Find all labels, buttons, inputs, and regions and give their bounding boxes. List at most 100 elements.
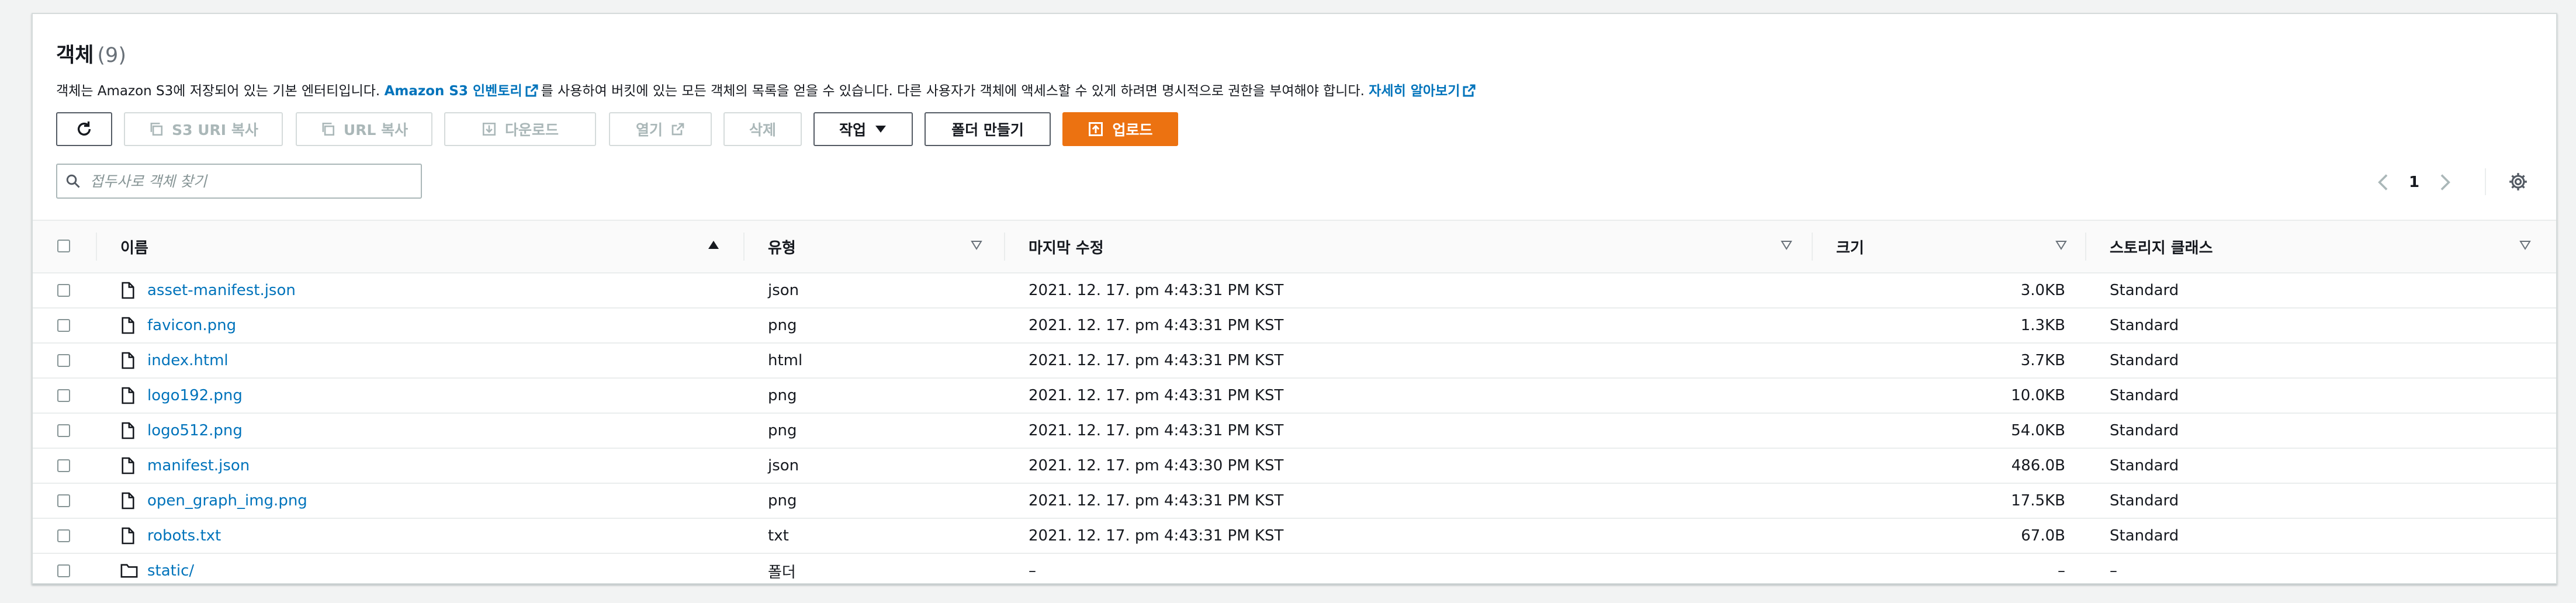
column-header-type[interactable]: 유형	[768, 221, 796, 272]
table-row[interactable]: index.html html 2021. 12. 17. pm 4:43:31…	[33, 344, 2556, 379]
object-name-link[interactable]: logo192.png	[147, 379, 243, 413]
column-header-storage[interactable]: 스토리지 클래스	[2110, 221, 2213, 272]
object-name-link[interactable]: manifest.json	[147, 449, 250, 483]
object-name-link[interactable]: logo512.png	[147, 414, 243, 448]
object-type: png	[768, 317, 797, 334]
objects-table: 이름 유형 마지막 수정 크기 스토리지 클래스 asset-manifest.…	[33, 220, 2556, 588]
file-icon	[122, 527, 134, 545]
row-checkbox[interactable]	[57, 354, 70, 367]
object-name-link[interactable]: robots.txt	[147, 519, 221, 553]
row-checkbox[interactable]	[57, 389, 70, 402]
column-header-size[interactable]: 크기	[1836, 221, 1864, 272]
file-icon	[122, 282, 134, 299]
external-link-icon	[525, 84, 538, 97]
object-size: 1.3KB	[2020, 317, 2065, 334]
description-text-1: 객체는 Amazon S3에 저장되어 있는 기본 엔터티입니다.	[56, 84, 380, 99]
upload-icon	[1089, 122, 1103, 136]
refresh-icon	[77, 121, 91, 136]
file-icon	[122, 492, 134, 510]
object-name-link[interactable]: static/	[147, 554, 194, 588]
file-icon	[122, 317, 134, 334]
upload-button[interactable]: 업로드	[1062, 112, 1178, 146]
object-modified: 2021. 12. 17. pm 4:43:31 PM KST	[1029, 527, 1284, 545]
object-modified: –	[1029, 562, 1036, 580]
copy-s3-uri-button[interactable]: S3 URI 복사	[124, 112, 283, 146]
table-row[interactable]: static/ 폴더 – – –	[33, 554, 2556, 588]
object-modified: 2021. 12. 17. pm 4:43:31 PM KST	[1029, 352, 1284, 369]
table-row[interactable]: logo192.png png 2021. 12. 17. pm 4:43:31…	[33, 379, 2556, 414]
copy-url-label: URL 복사	[343, 122, 408, 138]
panel-header: 객체 (9)	[56, 39, 126, 68]
folder-icon	[120, 564, 138, 578]
sort-icon[interactable]	[1780, 238, 1793, 251]
object-name-link[interactable]: asset-manifest.json	[147, 273, 296, 307]
refresh-button[interactable]	[56, 112, 112, 146]
table-row[interactable]: manifest.json json 2021. 12. 17. pm 4:43…	[33, 449, 2556, 484]
table-row[interactable]: asset-manifest.json json 2021. 12. 17. p…	[33, 273, 2556, 309]
copy-s3-uri-label: S3 URI 복사	[172, 122, 258, 138]
chevron-right-icon[interactable]	[2439, 173, 2452, 192]
download-button[interactable]: 다운로드	[444, 112, 596, 146]
sort-ascending-icon[interactable]	[707, 238, 720, 251]
current-page[interactable]: 1	[2409, 174, 2419, 191]
select-all-checkbox[interactable]	[57, 240, 70, 252]
external-link-icon	[671, 123, 684, 136]
object-storage-class: Standard	[2110, 457, 2179, 474]
file-icon	[122, 422, 134, 439]
objects-panel: 객체 (9) 객체는 Amazon S3에 저장되어 있는 기본 엔터티입니다. …	[32, 13, 2557, 584]
object-name-link[interactable]: index.html	[147, 344, 228, 377]
column-header-name[interactable]: 이름	[120, 221, 148, 272]
object-name-link[interactable]: open_graph_img.png	[147, 484, 307, 518]
object-size: 54.0KB	[2011, 422, 2065, 439]
description-text-2: 를 사용하여 버킷에 있는 모든 객체의 목록을 얻을 수 있습니다. 다른 사…	[541, 84, 1365, 99]
object-storage-class: Standard	[2110, 282, 2179, 299]
copy-url-button[interactable]: URL 복사	[296, 112, 432, 146]
learn-more-link[interactable]: 자세히 알아보기	[1369, 84, 1460, 99]
caret-down-icon	[875, 126, 886, 133]
row-checkbox[interactable]	[57, 494, 70, 507]
sort-icon[interactable]	[2055, 238, 2068, 251]
row-checkbox[interactable]	[57, 529, 70, 542]
object-name-link[interactable]: favicon.png	[147, 309, 236, 342]
table-row[interactable]: robots.txt txt 2021. 12. 17. pm 4:43:31 …	[33, 519, 2556, 554]
search-box[interactable]	[56, 164, 422, 199]
row-checkbox[interactable]	[57, 564, 70, 577]
download-label: 다운로드	[504, 122, 559, 138]
object-type: html	[768, 352, 803, 369]
column-divider	[743, 233, 745, 261]
object-size: 17.5KB	[2011, 492, 2065, 510]
object-modified: 2021. 12. 17. pm 4:43:30 PM KST	[1029, 457, 1284, 474]
actions-dropdown[interactable]: 작업	[813, 112, 913, 146]
sort-icon[interactable]	[2519, 238, 2532, 251]
file-icon	[122, 457, 134, 474]
panel-description: 객체는 Amazon S3에 저장되어 있는 기본 엔터티입니다. Amazon…	[56, 79, 2511, 99]
object-storage-class: Standard	[2110, 527, 2179, 545]
gear-icon[interactable]	[2508, 172, 2528, 192]
object-storage-class: Standard	[2110, 422, 2179, 439]
column-header-modified[interactable]: 마지막 수정	[1029, 221, 1104, 272]
object-storage-class: –	[2110, 562, 2117, 580]
object-modified: 2021. 12. 17. pm 4:43:31 PM KST	[1029, 282, 1284, 299]
chevron-left-icon[interactable]	[2376, 173, 2389, 192]
delete-button[interactable]: 삭제	[723, 112, 802, 146]
row-checkbox[interactable]	[57, 319, 70, 332]
sort-icon[interactable]	[970, 238, 983, 251]
search-input[interactable]	[89, 172, 407, 190]
copy-icon	[322, 122, 334, 136]
row-checkbox[interactable]	[57, 459, 70, 472]
object-type: 폴더	[768, 563, 796, 581]
open-button[interactable]: 열기	[609, 112, 712, 146]
file-icon	[122, 387, 134, 404]
table-row[interactable]: open_graph_img.png png 2021. 12. 17. pm …	[33, 484, 2556, 519]
create-folder-button[interactable]: 폴더 만들기	[925, 112, 1051, 146]
column-divider	[1004, 233, 1005, 261]
object-storage-class: Standard	[2110, 317, 2179, 334]
row-checkbox[interactable]	[57, 284, 70, 297]
inventory-link[interactable]: Amazon S3 인벤토리	[385, 84, 522, 99]
table-row[interactable]: favicon.png png 2021. 12. 17. pm 4:43:31…	[33, 309, 2556, 344]
object-modified: 2021. 12. 17. pm 4:43:31 PM KST	[1029, 492, 1284, 510]
external-link-icon	[1463, 84, 1476, 97]
row-checkbox[interactable]	[57, 424, 70, 437]
table-row[interactable]: logo512.png png 2021. 12. 17. pm 4:43:31…	[33, 414, 2556, 449]
column-divider	[96, 233, 97, 261]
